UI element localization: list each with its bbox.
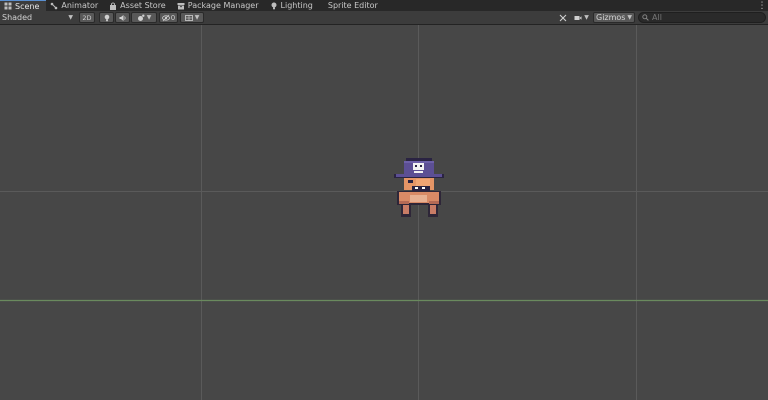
effects-dropdown-button[interactable]: ▼ <box>131 12 157 23</box>
scene-search-field[interactable]: All <box>638 12 766 23</box>
chevron-down-icon: ▼ <box>68 14 73 21</box>
camera-dropdown-button[interactable]: ▼ <box>571 12 592 23</box>
draw-mode-value: Shaded <box>2 13 33 22</box>
tab-scene[interactable]: Scene <box>0 0 47 11</box>
store-bag-icon <box>110 1 117 10</box>
tab-sprite-editor[interactable]: Sprite Editor <box>320 0 385 11</box>
scene-viewport[interactable] <box>0 25 768 400</box>
chevron-down-icon: ▼ <box>627 14 632 21</box>
lightbulb-icon <box>271 2 277 9</box>
editor-tab-bar: Scene Animator Asset Store Package Manag… <box>0 0 768 11</box>
tab-sprite-editor-label: Sprite Editor <box>327 1 378 10</box>
tab-scene-label: Scene <box>15 1 40 11</box>
tab-animator[interactable]: Animator <box>46 0 105 11</box>
tab-lighting-label: Lighting <box>280 1 313 10</box>
chevron-down-icon: ▼ <box>194 14 200 21</box>
hidden-count: 0 <box>170 13 176 22</box>
audio-toggle-button[interactable] <box>115 12 130 23</box>
tab-options-menu-icon[interactable]: ⋮ <box>756 0 768 11</box>
tab-asset-store[interactable]: Asset Store <box>105 0 173 11</box>
2d-mode-button[interactable]: 2D <box>79 12 95 23</box>
camera-icon <box>574 15 582 20</box>
chevron-down-icon: ▼ <box>146 14 152 21</box>
hidden-eye-icon <box>161 14 170 21</box>
tab-package-manager[interactable]: Package Manager <box>173 0 266 11</box>
draw-mode-dropdown[interactable]: Shaded ▼ <box>0 12 76 23</box>
scene-canvas <box>0 25 768 400</box>
package-icon <box>177 2 185 9</box>
lighting-toggle-button[interactable] <box>99 12 114 23</box>
tab-lighting[interactable]: Lighting <box>266 0 320 11</box>
search-icon <box>642 14 649 21</box>
tab-asset-store-label: Asset Store <box>120 1 166 10</box>
chevron-down-icon: ▼ <box>584 14 589 21</box>
gizmos-label: Gizmos <box>596 13 626 22</box>
search-placeholder: All <box>652 13 662 22</box>
camera-settings-dropdown[interactable]: ▼ <box>180 12 204 23</box>
scene-visibility-button[interactable]: 0 <box>159 12 178 23</box>
scene-toolbar: Shaded ▼ 2D ▼ 0 ▼ ▼ Gizmos ▼ All <box>0 11 768 25</box>
tools-icon <box>559 14 567 21</box>
tools-toggle-button[interactable] <box>556 12 570 23</box>
tab-animator-label: Animator <box>61 1 99 10</box>
animator-icon <box>51 2 58 9</box>
lightbulb-icon <box>104 14 109 21</box>
scene-icon <box>4 2 12 10</box>
speaker-icon <box>119 14 126 21</box>
tab-package-manager-label: Package Manager <box>187 1 259 10</box>
2d-mode-label: 2D <box>82 13 92 22</box>
effects-icon <box>137 14 145 21</box>
camera-grid-icon <box>184 14 193 21</box>
gizmos-dropdown[interactable]: Gizmos ▼ <box>593 12 635 23</box>
